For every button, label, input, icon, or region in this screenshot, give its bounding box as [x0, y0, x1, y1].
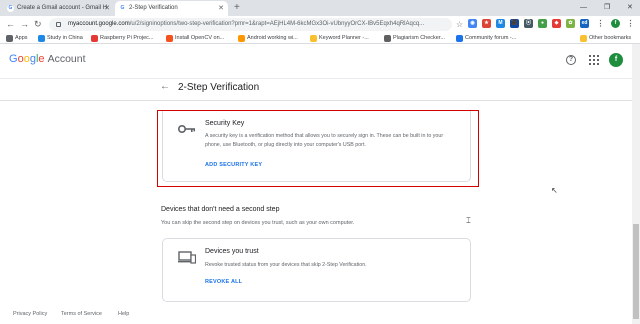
- scrollbar[interactable]: [632, 44, 640, 324]
- extension-icon[interactable]: ✿: [566, 19, 575, 28]
- extension-icon[interactable]: ●: [538, 19, 547, 28]
- bookmark-favicon-icon: [310, 35, 317, 42]
- extension-icon[interactable]: M: [496, 19, 505, 28]
- scrollbar-thumb[interactable]: [633, 224, 639, 319]
- chrome-menu-icon[interactable]: ⋮: [626, 19, 635, 28]
- bookmark-apps[interactable]: Apps: [6, 33, 28, 44]
- google-account-logo[interactable]: Google Account: [9, 53, 86, 65]
- privacy-policy-link[interactable]: Privacy Policy: [13, 311, 47, 317]
- revoke-all-link[interactable]: REVOKE ALL: [205, 279, 242, 285]
- minimize-icon[interactable]: —: [580, 1, 587, 15]
- url-path: /u/2/signinoptions/two-step-verification…: [129, 21, 425, 27]
- address-bar[interactable]: myaccount.google.com/u/2/signinoptions/t…: [49, 18, 452, 31]
- account-label: Account: [47, 53, 86, 65]
- bookmark-favicon-icon: [38, 35, 45, 42]
- profile-avatar-icon[interactable]: f: [611, 19, 620, 28]
- lock-icon: [56, 22, 61, 27]
- extension-icon[interactable]: ⦿: [524, 19, 533, 28]
- tab-2-step-verification[interactable]: G 2-Step Verification ✕: [115, 1, 228, 16]
- google-wordmark: Google: [9, 53, 45, 65]
- bookmark-favicon-icon: [166, 35, 173, 42]
- close-tab-icon[interactable]: ✕: [218, 1, 224, 16]
- extension-icon[interactable]: ed: [580, 19, 589, 28]
- close-tab-icon[interactable]: ✕: [104, 1, 110, 16]
- page-content: Google Account ? f ← 2-Step Verification…: [0, 44, 640, 324]
- apps-grid-icon: [6, 35, 13, 42]
- tab-title: 2-Step Verification: [129, 5, 178, 11]
- devices-section-title: Devices that don't need a second step: [161, 206, 280, 213]
- tab-title: Create a Gmail account - Gmail H: [17, 5, 108, 11]
- text-cursor-icon: ⌶: [466, 216, 471, 225]
- subheader: ← 2-Step Verification: [0, 79, 632, 101]
- extension-icon[interactable]: ◉: [468, 19, 477, 28]
- maximize-icon[interactable]: ❐: [604, 1, 610, 15]
- help-icon[interactable]: ?: [566, 55, 576, 65]
- mouse-cursor-icon: ↖: [551, 186, 558, 195]
- bookmarks-bar: Apps Study in China Raspberry Pi Projec.…: [0, 33, 640, 44]
- tab-bar: G Create a Gmail account - Gmail H ✕ G 2…: [0, 0, 640, 16]
- avatar[interactable]: f: [609, 53, 623, 67]
- bookmark-item[interactable]: Community forum -...: [456, 33, 516, 44]
- bookmark-item[interactable]: Keyword Planner -...: [310, 33, 369, 44]
- devices-you-trust-card: Devices you trust Revoke trusted status …: [162, 238, 471, 302]
- page-title: 2-Step Verification: [178, 82, 260, 93]
- highlight-box: [157, 110, 479, 187]
- google-apps-icon[interactable]: [589, 55, 599, 65]
- terms-of-service-link[interactable]: Terms of Service: [61, 311, 102, 317]
- reload-icon[interactable]: ↻: [34, 18, 42, 31]
- bookmark-favicon-icon: [384, 35, 391, 42]
- back-arrow-icon[interactable]: ←: [160, 81, 170, 92]
- folder-icon: [580, 35, 587, 42]
- extension-icon[interactable]: ⬛: [510, 19, 519, 28]
- bookmark-item[interactable]: Raspberry Pi Projec...: [91, 33, 154, 44]
- tab-gmail[interactable]: G Create a Gmail account - Gmail H ✕: [3, 1, 114, 16]
- star-icon[interactable]: ☆: [456, 18, 463, 31]
- help-link[interactable]: Help: [118, 311, 129, 317]
- extensions-menu-icon[interactable]: ⋮: [596, 19, 605, 28]
- bookmark-item[interactable]: Android working wi...: [238, 33, 298, 44]
- extension-icon[interactable]: ◆: [552, 19, 561, 28]
- bookmark-item[interactable]: Install OpenCV on...: [166, 33, 224, 44]
- devices-icon: [178, 251, 196, 264]
- google-favicon-icon: G: [120, 5, 125, 11]
- bookmark-favicon-icon: [456, 35, 463, 42]
- extension-icon[interactable]: ★: [482, 19, 491, 28]
- forward-arrow-icon[interactable]: →: [20, 18, 29, 31]
- devices-you-trust-title: Devices you trust: [205, 248, 259, 255]
- new-tab-icon[interactable]: +: [234, 1, 240, 15]
- google-favicon-icon: G: [7, 5, 14, 12]
- account-header: Google Account ? f: [0, 44, 632, 79]
- url-host: myaccount.google.com: [68, 21, 130, 27]
- back-arrow-icon[interactable]: ←: [6, 18, 15, 31]
- devices-section-description: You can skip the second step on devices …: [161, 220, 355, 226]
- bookmark-item[interactable]: Plagiarism Checker...: [384, 33, 445, 44]
- close-window-icon[interactable]: ✕: [627, 1, 633, 15]
- devices-you-trust-description: Revoke trusted status from your devices …: [205, 262, 367, 268]
- bookmark-favicon-icon: [91, 35, 98, 42]
- other-bookmarks[interactable]: Other bookmarks: [580, 33, 631, 44]
- bookmark-item[interactable]: Study in China: [38, 33, 83, 44]
- bookmark-favicon-icon: [238, 35, 245, 42]
